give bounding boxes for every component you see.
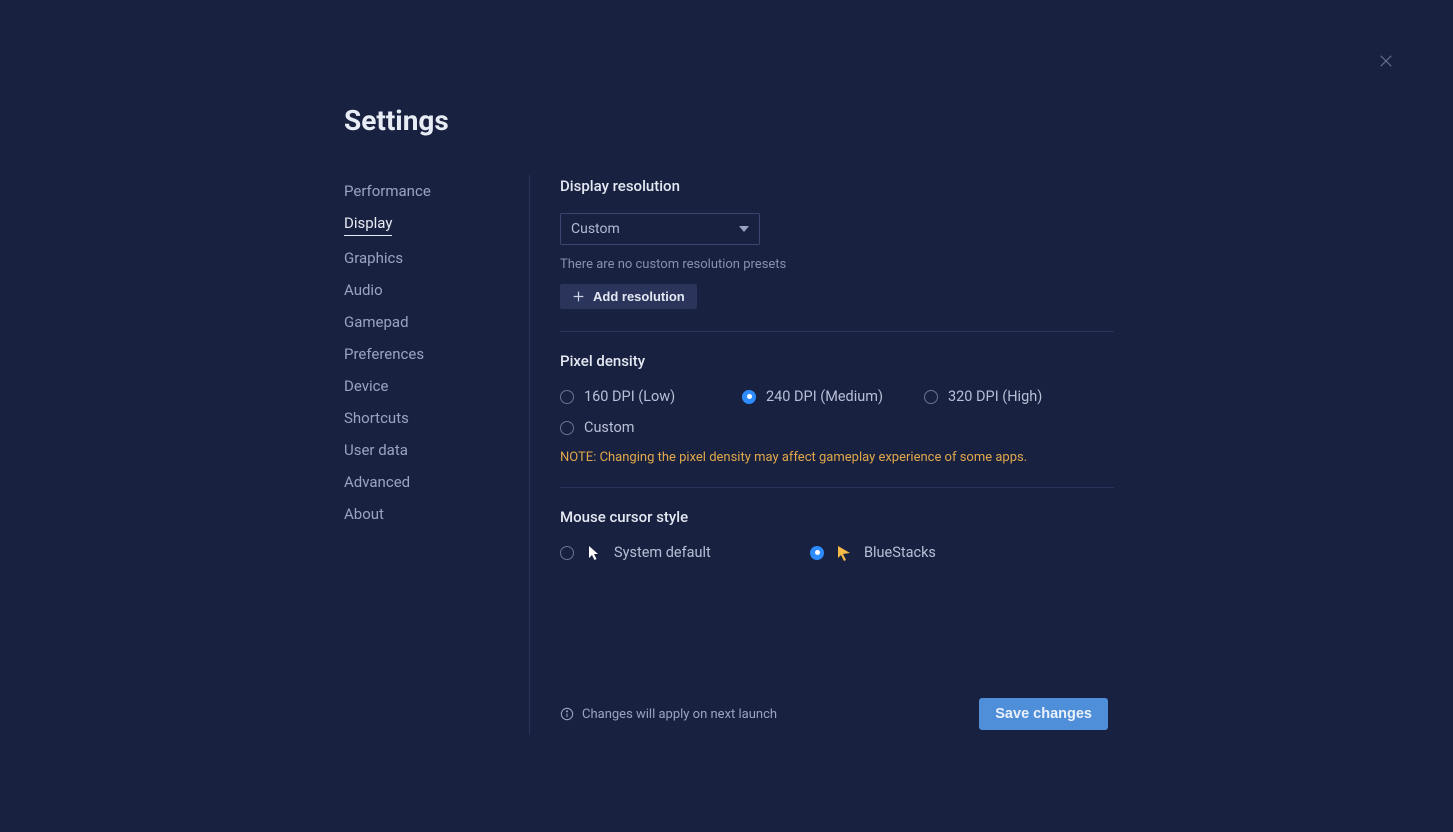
radio-cursor-bluestacks[interactable]: BlueStacks	[810, 544, 1010, 561]
footer-note: Changes will apply on next launch	[560, 707, 777, 722]
content-panel: Display resolution Custom There are no c…	[560, 175, 1114, 735]
vertical-divider	[529, 175, 530, 735]
radio-label: 240 DPI (Medium)	[766, 388, 883, 405]
section-title-resolution: Display resolution	[560, 177, 1114, 195]
radio-icon	[560, 421, 574, 435]
sidebar-item-performance[interactable]: Performance	[344, 181, 431, 201]
section-cursor-style: Mouse cursor style System default	[560, 508, 1114, 583]
radio-label: 160 DPI (Low)	[584, 388, 675, 405]
page-title: Settings	[344, 104, 1114, 137]
sidebar-item-graphics[interactable]: Graphics	[344, 248, 403, 268]
resolution-select-value: Custom	[571, 221, 620, 237]
cursor-bluestacks-icon	[836, 545, 852, 561]
radio-icon	[742, 390, 756, 404]
sidebar-item-preferences[interactable]: Preferences	[344, 344, 424, 364]
cursor-default-icon	[586, 545, 602, 561]
section-title-density: Pixel density	[560, 352, 1114, 370]
radio-icon	[810, 546, 824, 560]
resolution-select[interactable]: Custom	[560, 213, 760, 245]
save-changes-button[interactable]: Save changes	[979, 698, 1108, 730]
plus-icon	[572, 290, 585, 303]
sidebar-item-shortcuts[interactable]: Shortcuts	[344, 408, 409, 428]
radio-dpi-320[interactable]: 320 DPI (High)	[924, 388, 1106, 405]
info-icon	[560, 707, 574, 721]
radio-dpi-240[interactable]: 240 DPI (Medium)	[742, 388, 924, 405]
section-pixel-density: Pixel density 160 DPI (Low) 240 DPI (Med…	[560, 352, 1114, 488]
section-display-resolution: Display resolution Custom There are no c…	[560, 177, 1114, 332]
sidebar-item-gamepad[interactable]: Gamepad	[344, 312, 409, 332]
radio-dpi-160[interactable]: 160 DPI (Low)	[560, 388, 742, 405]
sidebar-item-audio[interactable]: Audio	[344, 280, 383, 300]
add-resolution-button[interactable]: Add resolution	[560, 284, 697, 309]
density-note: NOTE: Changing the pixel density may aff…	[560, 450, 1114, 465]
resolution-hint: There are no custom resolution presets	[560, 257, 1114, 272]
footer-note-text: Changes will apply on next launch	[582, 707, 777, 722]
sidebar: Performance Display Graphics Audio Gamep…	[344, 175, 529, 735]
radio-label: BlueStacks	[864, 544, 936, 561]
radio-cursor-system[interactable]: System default	[560, 544, 810, 561]
sidebar-item-user-data[interactable]: User data	[344, 440, 408, 460]
sidebar-item-device[interactable]: Device	[344, 376, 388, 396]
radio-icon	[924, 390, 938, 404]
radio-icon	[560, 546, 574, 560]
add-resolution-label: Add resolution	[593, 289, 685, 304]
radio-icon	[560, 390, 574, 404]
radio-label: 320 DPI (High)	[948, 388, 1042, 405]
sidebar-item-about[interactable]: About	[344, 504, 384, 524]
sidebar-item-display[interactable]: Display	[344, 213, 392, 236]
chevron-down-icon	[739, 226, 749, 232]
close-icon	[1377, 52, 1395, 70]
radio-label: Custom	[584, 419, 635, 436]
close-button[interactable]	[1377, 52, 1401, 76]
radio-dpi-custom[interactable]: Custom	[560, 419, 742, 436]
radio-label: System default	[614, 544, 711, 561]
sidebar-item-advanced[interactable]: Advanced	[344, 472, 410, 492]
section-title-cursor: Mouse cursor style	[560, 508, 1114, 526]
